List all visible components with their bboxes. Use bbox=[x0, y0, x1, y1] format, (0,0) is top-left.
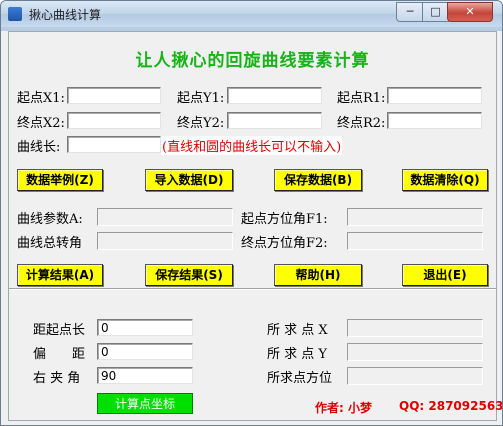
start-y-input[interactable] bbox=[227, 87, 322, 104]
qq-text: QQ: 287092563 bbox=[399, 399, 503, 413]
title-bar[interactable]: 揪心曲线计算 ─ □ ✕ bbox=[1, 1, 502, 27]
curve-length-label: 曲线长: bbox=[17, 140, 61, 155]
end-x-label: 终点X2: bbox=[17, 116, 65, 131]
end-azimuth-label: 终点方位角F2: bbox=[241, 236, 328, 251]
author-text: 作者: 小梦 bbox=[315, 401, 372, 415]
import-data-button[interactable]: 导入数据(D) bbox=[145, 169, 233, 191]
offset-input[interactable]: 0 bbox=[97, 343, 193, 360]
divider bbox=[9, 288, 496, 290]
minimize-button[interactable]: ─ bbox=[396, 2, 424, 22]
exit-button[interactable]: 退出(E) bbox=[402, 264, 488, 286]
clear-data-button[interactable]: 数据清除(Q) bbox=[402, 169, 488, 191]
app-window: 揪心曲线计算 ─ □ ✕ 让人揪心的回旋曲线要素计算 起点X1: 起点Y1: 起… bbox=[0, 0, 503, 426]
curve-param-field bbox=[97, 208, 233, 226]
offset-label: 偏 距 bbox=[33, 347, 86, 362]
distance-input[interactable]: 0 bbox=[97, 319, 193, 336]
calculate-button[interactable]: 计算结果(A) bbox=[17, 264, 103, 286]
curve-length-input[interactable] bbox=[67, 136, 161, 153]
curve-param-label: 曲线参数A: bbox=[17, 212, 83, 227]
close-button[interactable]: ✕ bbox=[447, 2, 493, 22]
start-y-label: 起点Y1: bbox=[177, 91, 225, 106]
start-azimuth-label: 起点方位角F1: bbox=[241, 212, 328, 227]
form-body: 让人揪心的回旋曲线要素计算 起点X1: 起点Y1: 起点R1: 终点X2: 终点… bbox=[8, 31, 502, 421]
save-result-button[interactable]: 保存结果(S) bbox=[145, 264, 233, 286]
start-r-label: 起点R1: bbox=[337, 91, 386, 106]
total-angle-label: 曲线总转角 bbox=[17, 236, 83, 251]
total-angle-field bbox=[97, 232, 233, 250]
start-x-input[interactable] bbox=[67, 87, 161, 104]
maximize-button[interactable]: □ bbox=[422, 2, 449, 22]
example-data-button[interactable]: 数据举例(Z) bbox=[17, 169, 103, 191]
end-x-input[interactable] bbox=[67, 112, 161, 129]
start-r-input[interactable] bbox=[387, 87, 482, 104]
point-azimuth-field bbox=[347, 367, 483, 385]
end-azimuth-field bbox=[347, 232, 483, 250]
point-y-label: 所 求 点 Y bbox=[267, 347, 327, 362]
angle-input[interactable]: 90 bbox=[97, 367, 193, 384]
point-x-label: 所 求 点 X bbox=[267, 323, 328, 338]
help-button[interactable]: 帮助(H) bbox=[274, 264, 362, 286]
app-icon bbox=[8, 7, 22, 21]
page-title: 让人揪心的回旋曲线要素计算 bbox=[135, 51, 370, 71]
compute-point-button[interactable]: 计算点坐标 bbox=[97, 393, 193, 414]
point-azimuth-label: 所求点方位 bbox=[267, 371, 333, 386]
window-title: 揪心曲线计算 bbox=[29, 8, 102, 22]
end-y-label: 终点Y2: bbox=[177, 116, 225, 131]
angle-label: 右 夹 角 bbox=[33, 371, 81, 386]
point-y-field bbox=[347, 343, 483, 361]
start-azimuth-field bbox=[347, 208, 483, 226]
end-y-input[interactable] bbox=[227, 112, 322, 129]
start-x-label: 起点X1: bbox=[17, 91, 65, 106]
save-data-button[interactable]: 保存数据(B) bbox=[274, 169, 362, 191]
curve-length-note: (直线和圆的曲线长可以不输入) bbox=[161, 136, 343, 155]
distance-label: 距起点长 bbox=[33, 323, 86, 338]
end-r-input[interactable] bbox=[387, 112, 482, 129]
end-r-label: 终点R2: bbox=[337, 116, 386, 131]
point-x-field bbox=[347, 319, 483, 337]
